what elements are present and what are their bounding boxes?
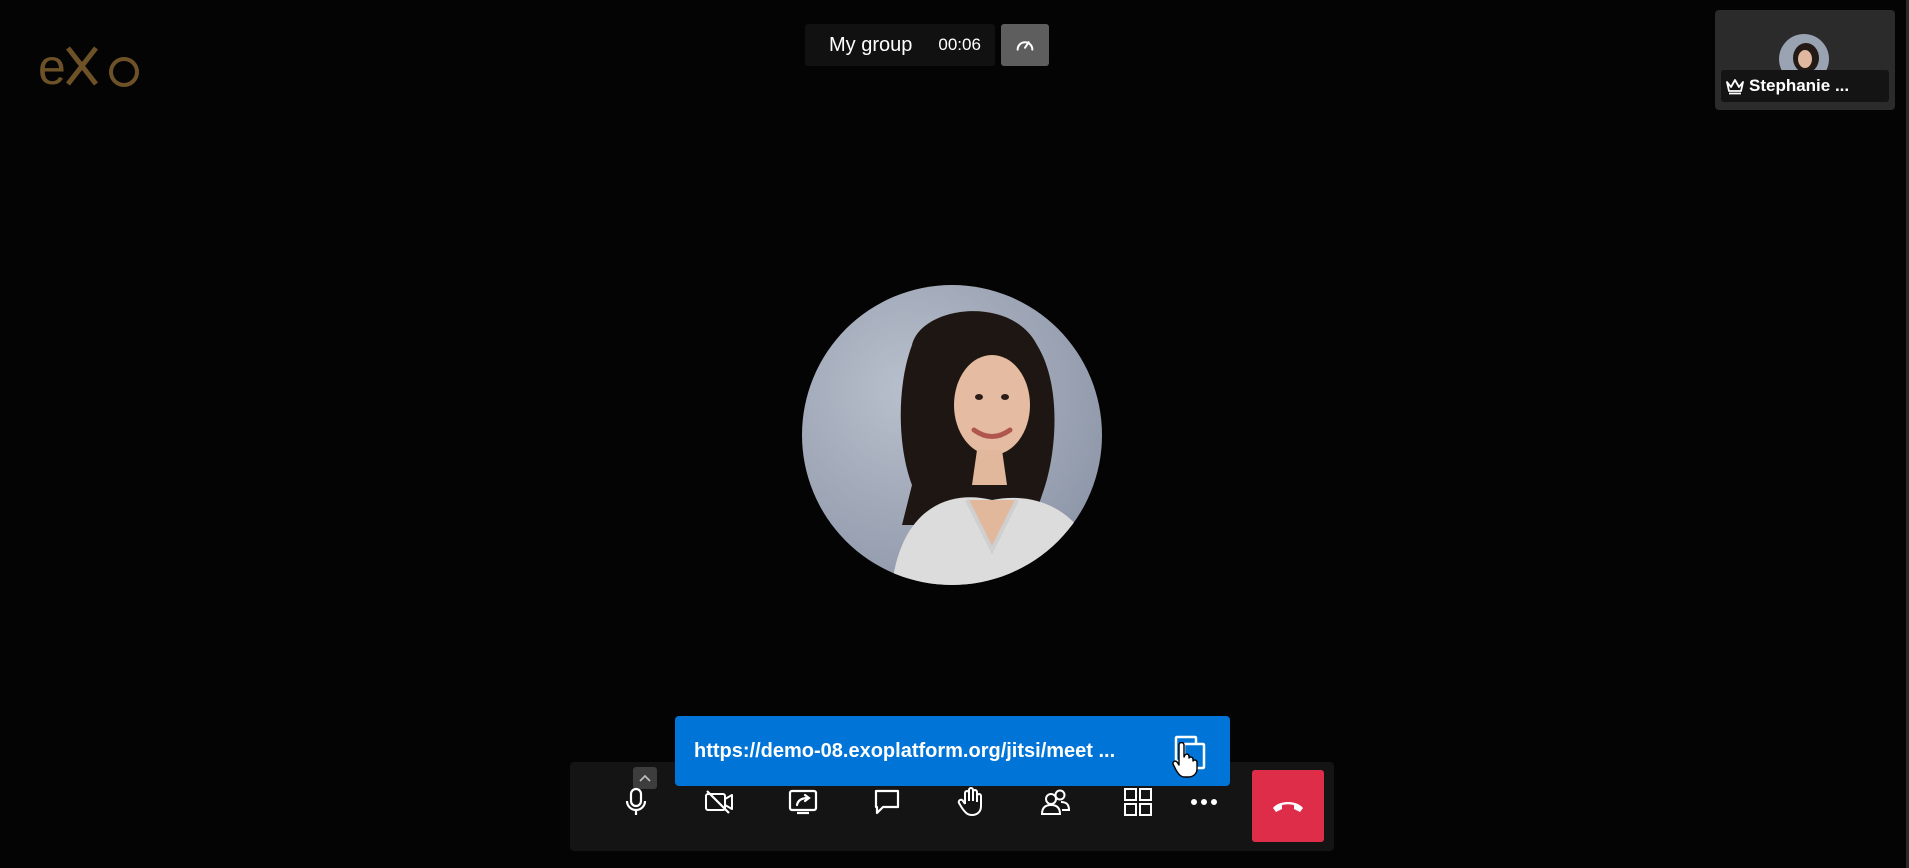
participant-name: Stephanie ... — [1749, 76, 1850, 95]
svg-text:e: e — [38, 39, 66, 93]
camera-off-icon — [705, 790, 733, 814]
conference-header: My group 00:06 — [805, 24, 1049, 66]
microphone-icon — [625, 787, 647, 815]
crown-icon — [1721, 77, 1749, 95]
invite-url[interactable]: https://demo-08.exoplatform.org/jitsi/me… — [675, 740, 1164, 763]
participants-icon — [1040, 789, 1071, 815]
meeting-timer: 00:06 — [938, 35, 981, 54]
title-timer-box: My group 00:06 — [805, 24, 995, 66]
performance-settings-button[interactable] — [1000, 24, 1049, 66]
hand-icon — [957, 787, 982, 816]
invite-link-banner[interactable]: https://demo-08.exoplatform.org/jitsi/me… — [675, 716, 1230, 786]
speedometer-icon — [1016, 41, 1034, 51]
grid-icon — [1124, 788, 1152, 816]
chat-icon — [874, 789, 900, 815]
meeting-title: My group — [829, 33, 913, 56]
more-icon — [1191, 799, 1217, 805]
participant-avatar — [802, 285, 1102, 585]
hangup-button[interactable] — [1252, 770, 1324, 842]
microphone-button[interactable] — [612, 778, 660, 826]
share-screen-icon — [788, 789, 818, 815]
participant-name-bar: Stephanie ... — [1721, 70, 1889, 102]
exo-logo: e — [38, 39, 139, 93]
pointer-cursor-icon — [1172, 742, 1198, 778]
phone-hangup-icon — [1273, 802, 1303, 812]
participant-thumbnail[interactable]: Stephanie ... — [1715, 10, 1895, 110]
